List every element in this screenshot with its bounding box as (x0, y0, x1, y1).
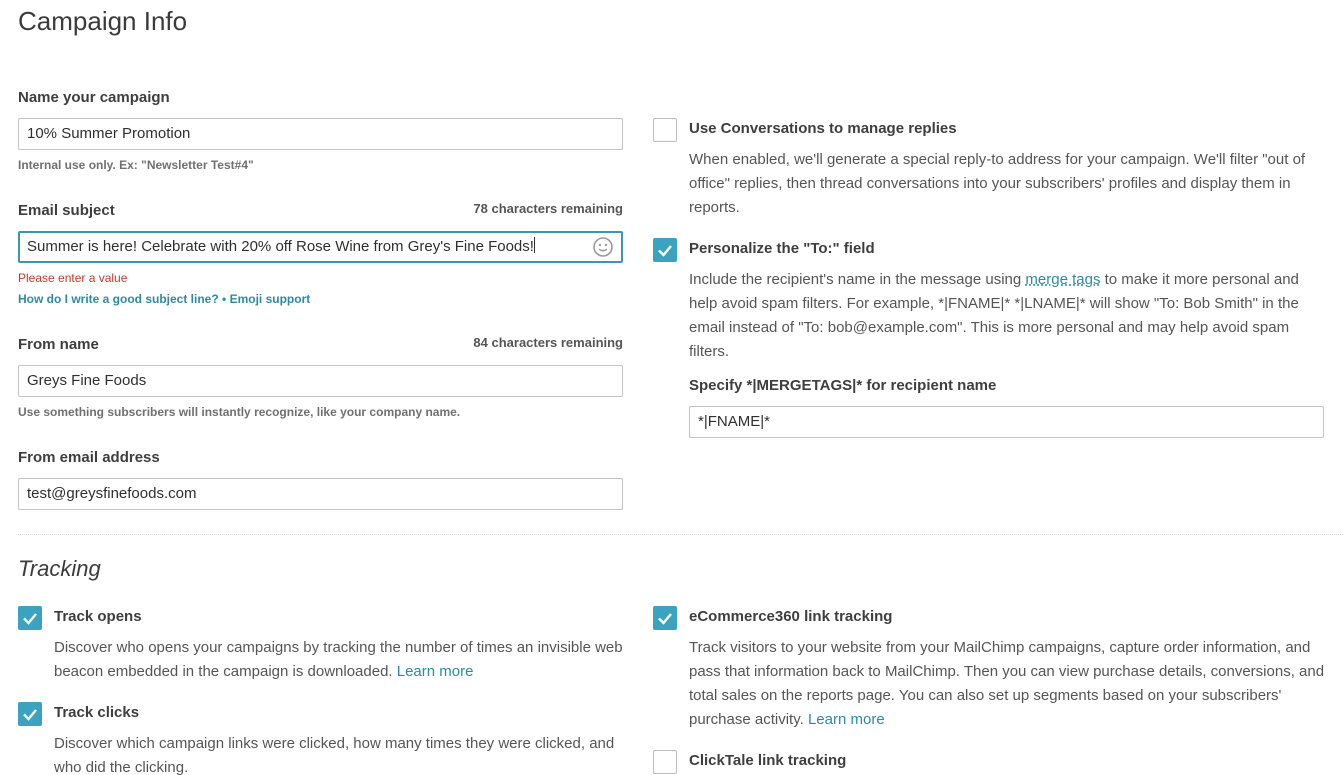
ecommerce-desc-text: Track visitors to your website from your… (689, 639, 1325, 728)
clicktale-label: ClickTale link tracking (689, 752, 847, 769)
from-email-input[interactable]: test@greysfinefoods.com (18, 478, 623, 510)
from-email-label: From email address (18, 449, 160, 466)
subject-help-links: How do I write a good subject line? • Em… (18, 292, 310, 306)
campaign-name-hint: Internal use only. Ex: "Newsletter Test#… (18, 158, 254, 172)
email-subject-value: Summer is here! Celebrate with 20% off R… (27, 238, 534, 255)
clicktale-checkbox[interactable] (653, 750, 677, 774)
track-opens-label: Track opens (54, 608, 142, 625)
track-opens-description: Discover who opens your campaigns by tra… (54, 636, 634, 684)
link-separator: • (218, 292, 230, 306)
personalize-checkbox[interactable] (653, 238, 677, 262)
smiley-icon[interactable] (592, 236, 614, 263)
email-subject-label: Email subject (18, 202, 115, 219)
from-name-input[interactable]: Greys Fine Foods (18, 365, 623, 397)
checkmark-icon (658, 245, 672, 257)
ecommerce-learn-more-link[interactable]: Learn more (808, 711, 885, 728)
from-name-counter: 84 characters remaining (473, 335, 623, 350)
track-opens-desc-text: Discover who opens your campaigns by tra… (54, 639, 623, 680)
checkmark-icon (23, 613, 37, 625)
checkmark-icon (23, 709, 37, 721)
tracking-heading: Tracking (18, 556, 101, 581)
ecommerce-description: Track visitors to your website from your… (689, 636, 1329, 732)
track-clicks-description: Discover which campaign links were click… (54, 735, 615, 775)
conversations-checkbox[interactable] (653, 118, 677, 142)
track-opens-checkbox[interactable] (18, 606, 42, 630)
from-name-label: From name (18, 336, 99, 353)
campaign-name-input[interactable]: 10% Summer Promotion (18, 118, 623, 150)
section-divider (18, 534, 1343, 535)
subject-help-link[interactable]: How do I write a good subject line? (18, 292, 219, 306)
email-subject-error: Please enter a value (18, 271, 128, 285)
emoji-support-link[interactable]: Emoji support (230, 292, 311, 306)
conversations-description: When enabled, we'll generate a special r… (689, 151, 1306, 216)
ecommerce-label: eCommerce360 link tracking (689, 608, 893, 625)
personalize-label: Personalize the "To:" field (689, 240, 875, 257)
from-name-hint: Use something subscribers will instantly… (18, 405, 461, 419)
email-subject-input[interactable]: Summer is here! Celebrate with 20% off R… (18, 231, 623, 263)
track-clicks-checkbox[interactable] (18, 702, 42, 726)
mergetag-label: Specify *|MERGETAGS|* for recipient name (689, 377, 997, 394)
track-opens-learn-more-link[interactable]: Learn more (397, 663, 474, 680)
conversations-label: Use Conversations to manage replies (689, 120, 957, 137)
track-clicks-label: Track clicks (54, 704, 140, 721)
checkmark-icon (658, 613, 672, 625)
personalize-desc-start: Include the recipient's name in the mess… (689, 271, 1026, 288)
page-title: Campaign Info (18, 6, 188, 36)
ecommerce-checkbox[interactable] (653, 606, 677, 630)
mergetag-input[interactable]: *|FNAME|* (689, 406, 1324, 438)
text-cursor (533, 237, 535, 253)
email-subject-counter: 78 characters remaining (473, 201, 623, 216)
merge-tags-link[interactable]: merge tags (1025, 271, 1100, 288)
personalize-description: Include the recipient's name in the mess… (689, 268, 1309, 364)
campaign-name-label: Name your campaign (18, 89, 170, 106)
